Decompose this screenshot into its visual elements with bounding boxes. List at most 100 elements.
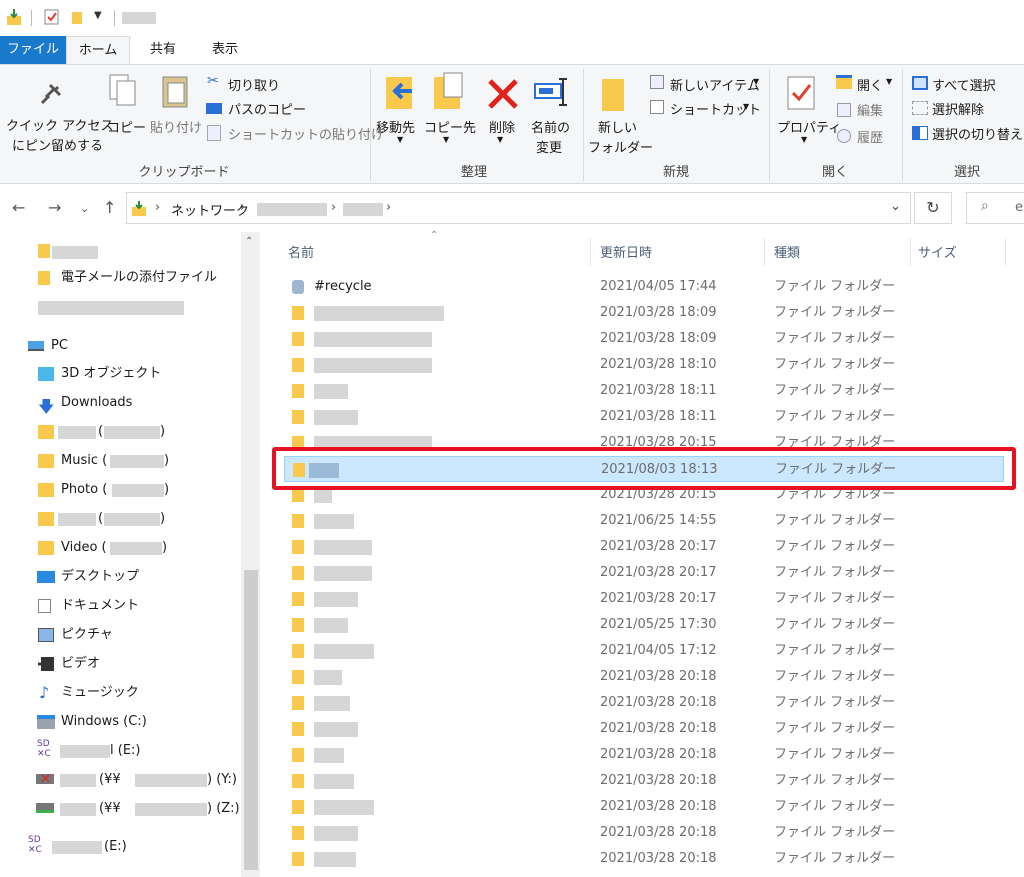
- breadcrumb-network[interactable]: ネットワーク: [171, 200, 249, 219]
- up-arrow-icon[interactable]: ↑: [103, 198, 116, 217]
- invert-selection-button[interactable]: 選択の切り替え: [932, 124, 1023, 143]
- column-type[interactable]: 種類: [774, 242, 800, 261]
- history-button[interactable]: 履歴: [857, 127, 883, 146]
- tab-share[interactable]: 共有: [134, 36, 192, 64]
- rename-label-1[interactable]: 名前の: [531, 117, 570, 136]
- nav-item-network-share-1[interactable]: ( ): [0, 418, 240, 446]
- table-row[interactable]: 2021/03/28 18:11 ファイル フォルダー: [284, 378, 1004, 404]
- table-row[interactable]: 2021/03/28 18:09 ファイル フォルダー: [284, 326, 1004, 352]
- file-modified: 2021/03/28 20:18: [600, 773, 717, 788]
- column-size[interactable]: サイズ: [918, 242, 957, 261]
- nav-item-network-share-2[interactable]: ( ): [0, 505, 240, 533]
- tab-view[interactable]: 表示: [196, 36, 254, 64]
- nav-item-desktop[interactable]: デスクトップ: [0, 563, 240, 591]
- sort-caret-icon: ⌃: [430, 230, 439, 241]
- nav-item-music[interactable]: ♪ ミュージック: [0, 679, 240, 707]
- properties-button[interactable]: プロパティ: [777, 117, 841, 136]
- column-separator[interactable]: [590, 238, 591, 266]
- nav-item-sd-e-root[interactable]: SD ✕C (E:): [0, 833, 240, 861]
- nav-scroll-thumb[interactable]: [244, 570, 258, 870]
- copy-path-button[interactable]: パスのコピー: [228, 99, 306, 118]
- copy-button[interactable]: コピー: [107, 117, 146, 136]
- paste-shortcut-button[interactable]: ショートカットの貼り付け: [228, 124, 384, 143]
- table-row[interactable]: 2021/04/05 17:12 ファイル フォルダー: [284, 638, 1004, 664]
- nav-item-y-drive[interactable]: ✕ (¥¥ ) (Y:): [0, 766, 240, 794]
- nav-item-photo-share[interactable]: Photo ( ): [0, 476, 240, 504]
- column-separator[interactable]: [1005, 238, 1006, 266]
- properties-check-icon[interactable]: [44, 8, 60, 26]
- back-arrow-icon[interactable]: ←: [12, 198, 25, 217]
- breadcrumb-share-redacted[interactable]: [343, 203, 383, 216]
- select-all-button[interactable]: すべて選択: [932, 75, 996, 94]
- nav-item-videos[interactable]: ビデオ: [0, 650, 240, 678]
- nav-item-pc[interactable]: PC: [0, 332, 240, 360]
- folder-icon: [292, 826, 304, 840]
- edit-button[interactable]: 編集: [857, 100, 883, 119]
- table-row[interactable]: 2021/03/28 20:18 ファイル フォルダー: [284, 742, 1004, 768]
- tab-home[interactable]: ホーム: [66, 36, 130, 65]
- nav-item-documents[interactable]: ドキュメント: [0, 592, 240, 620]
- title-bar: ▼: [0, 0, 1024, 36]
- nav-item-sd-e[interactable]: SD ✕C l (E:): [0, 737, 240, 765]
- address-box[interactable]: › ネットワーク › › › ⌄: [126, 192, 911, 224]
- table-row[interactable]: 2021/03/28 18:11 ファイル フォルダー: [284, 404, 1004, 430]
- table-row[interactable]: 2021/03/28 20:18 ファイル フォルダー: [284, 690, 1004, 716]
- nav-item-quick[interactable]: [0, 236, 240, 264]
- table-row[interactable]: 2021/03/28 18:10 ファイル フォルダー: [284, 352, 1004, 378]
- tab-file[interactable]: ファイル: [0, 36, 66, 64]
- table-row[interactable]: 2021/03/28 20:17 ファイル フォルダー: [284, 560, 1004, 586]
- nav-item-video-share[interactable]: Video ( ): [0, 534, 240, 562]
- cut-button[interactable]: 切り取り: [228, 75, 280, 94]
- new-folder-label-2[interactable]: フォルダー: [588, 137, 653, 156]
- scroll-up-icon[interactable]: ⌃: [245, 236, 253, 247]
- table-row[interactable]: 2021/03/28 20:18 ファイル フォルダー: [284, 846, 1004, 872]
- table-row[interactable]: #recycle 2021/04/05 17:44 ファイル フォルダー: [284, 274, 1004, 300]
- open-button[interactable]: 開く: [857, 75, 883, 94]
- table-row[interactable]: 2021/03/28 20:18 ファイル フォルダー: [284, 716, 1004, 742]
- table-row[interactable]: 2021/03/28 20:17 ファイル フォルダー: [284, 586, 1004, 612]
- table-row[interactable]: 2021/03/28 18:09 ファイル フォルダー: [284, 300, 1004, 326]
- delete-button[interactable]: 削除: [489, 117, 515, 136]
- search-box[interactable]: ⌕ ei: [966, 192, 1024, 224]
- table-row[interactable]: 2021/03/28 20:18 ファイル フォルダー: [284, 768, 1004, 794]
- move-to-button[interactable]: 移動先: [376, 117, 415, 136]
- nav-item-downloads[interactable]: 🡇 Downloads: [0, 389, 240, 417]
- search-icon: ⌕: [981, 198, 989, 214]
- table-row[interactable]: 2021/03/28 20:18 ファイル フォルダー: [284, 794, 1004, 820]
- select-none-button[interactable]: 選択解除: [932, 99, 984, 118]
- breadcrumb-server-redacted[interactable]: [257, 203, 327, 216]
- column-separator[interactable]: [910, 238, 911, 266]
- pin-quick-access-label-1[interactable]: クイック アクセス: [6, 115, 113, 134]
- table-row[interactable]: 2021/03/28 20:18 ファイル フォルダー: [284, 664, 1004, 690]
- file-name-redacted: [314, 514, 354, 529]
- address-history-chevron-icon[interactable]: ⌄: [890, 199, 901, 214]
- new-item-button[interactable]: 新しいアイテム: [670, 75, 760, 94]
- copy-to-button[interactable]: コピー先: [424, 117, 476, 136]
- table-row[interactable]: 2021/06/25 14:55 ファイル フォルダー: [284, 508, 1004, 534]
- paste-button[interactable]: 貼り付け: [150, 117, 202, 136]
- forward-arrow-icon[interactable]: →: [48, 198, 61, 217]
- nav-item-3d-objects[interactable]: 3D オブジェクト: [0, 360, 240, 388]
- chevron-down-icon: ▼: [397, 135, 404, 144]
- download-folder-icon[interactable]: [6, 8, 22, 26]
- nav-item-redacted[interactable]: [0, 294, 240, 322]
- nav-item-music-share[interactable]: Music ( ): [0, 447, 240, 475]
- nav-item-windows-c[interactable]: Windows (C:): [0, 708, 240, 736]
- recent-dropdown-icon[interactable]: ⌄: [80, 202, 89, 215]
- rename-label-2[interactable]: 変更: [536, 137, 562, 156]
- customize-dropdown-icon[interactable]: ▼: [94, 10, 102, 21]
- table-row[interactable]: 2021/05/25 17:30 ファイル フォルダー: [284, 612, 1004, 638]
- new-folder-icon[interactable]: [70, 8, 86, 26]
- column-name[interactable]: 名前: [288, 242, 314, 261]
- column-modified[interactable]: 更新日時: [600, 242, 652, 261]
- nav-item-z-drive[interactable]: (¥¥ ) (Z:): [0, 795, 240, 823]
- table-row[interactable]: 2021/03/28 20:18 ファイル フォルダー: [284, 820, 1004, 846]
- nav-item-pictures[interactable]: ピクチャ: [0, 621, 240, 649]
- pin-quick-access-label-2[interactable]: にピン留めする: [12, 135, 103, 154]
- file-type: ファイル フォルダー: [774, 383, 896, 398]
- table-row[interactable]: 2021/03/28 20:17 ファイル フォルダー: [284, 534, 1004, 560]
- refresh-icon[interactable]: ↻: [914, 192, 952, 224]
- nav-item-email-attachments[interactable]: 電子メールの添付ファイル: [0, 264, 240, 292]
- new-folder-label-1[interactable]: 新しい: [598, 117, 637, 136]
- column-separator[interactable]: [764, 238, 765, 266]
